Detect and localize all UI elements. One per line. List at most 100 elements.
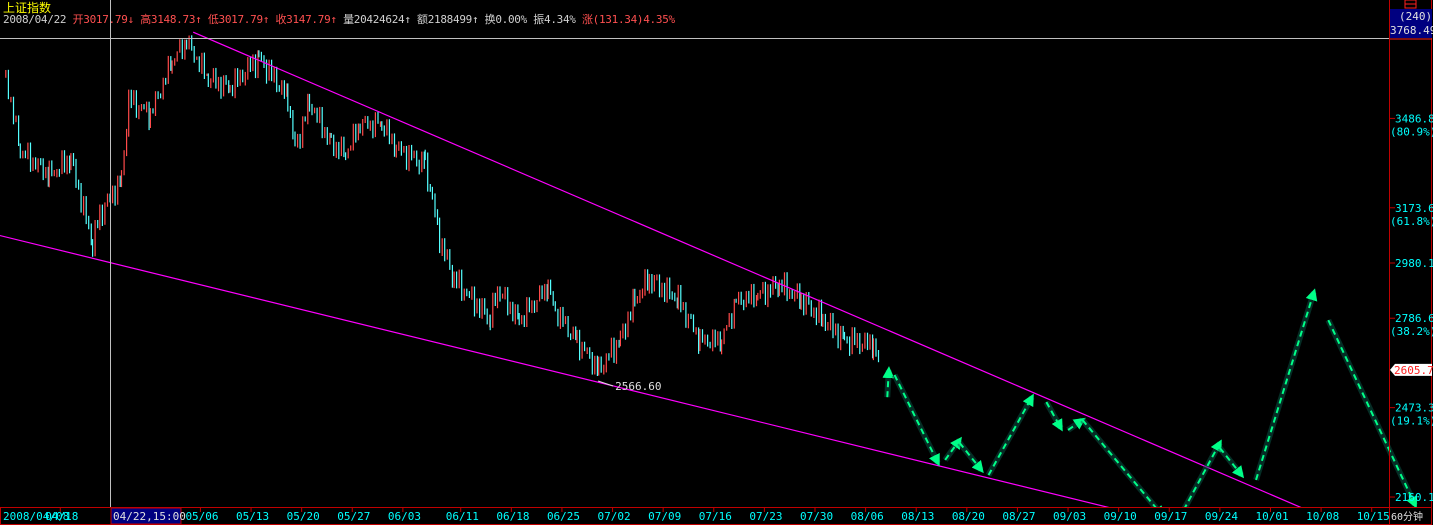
candle — [217, 76, 220, 92]
candle — [292, 110, 294, 140]
candle — [143, 104, 145, 110]
candle — [12, 96, 15, 125]
candle — [421, 151, 423, 173]
candle — [431, 186, 433, 200]
candle — [496, 286, 499, 309]
candle — [61, 150, 63, 175]
candle — [695, 327, 697, 335]
candle — [374, 112, 376, 138]
candle — [398, 141, 400, 151]
candle — [343, 136, 345, 158]
quote-field-value: 2188499 — [427, 13, 473, 26]
low-annotation-label: 2566.60 — [615, 380, 661, 393]
candle — [427, 152, 429, 192]
candle — [651, 274, 653, 294]
candle — [287, 83, 289, 112]
trendline[interactable] — [0, 234, 1119, 511]
candle — [589, 347, 591, 359]
candle — [864, 332, 866, 349]
candle — [861, 343, 863, 352]
candle — [641, 288, 644, 299]
candle — [808, 292, 810, 305]
candle — [712, 329, 714, 352]
candle — [203, 52, 205, 79]
candle — [29, 142, 32, 172]
candle — [357, 123, 359, 141]
candle — [10, 96, 12, 103]
quote-field-value: 3147.79 — [286, 13, 331, 26]
candle — [507, 287, 509, 316]
quote-field-value: (131.34)4.35% — [592, 13, 676, 26]
y-tick-label: 2473.3 — [1395, 402, 1433, 415]
candle — [701, 329, 704, 343]
x-tick-label: 08/13 — [901, 510, 934, 523]
trendline[interactable] — [192, 31, 1307, 511]
candle — [769, 284, 772, 298]
candle — [297, 133, 299, 148]
candle — [157, 91, 159, 100]
candle — [699, 329, 701, 352]
candle — [40, 158, 42, 166]
candle — [547, 279, 549, 300]
candle — [391, 133, 393, 145]
candle — [352, 123, 354, 151]
candle — [674, 292, 676, 302]
candle — [603, 364, 605, 375]
price-chart[interactable]: 2566.60 (240) 3768.49 3486.8(80.9%) 3173.… — [0, 0, 1433, 525]
candle — [494, 292, 496, 306]
candle — [600, 356, 602, 373]
candle — [316, 107, 318, 123]
quote-field-arrow: ↑ — [262, 13, 270, 26]
candle — [661, 282, 663, 298]
candle — [186, 39, 188, 50]
period-icon[interactable] — [1404, 0, 1417, 9]
candle — [405, 145, 408, 170]
candle — [456, 271, 458, 289]
candle — [619, 330, 621, 347]
candle — [733, 298, 735, 329]
candle — [70, 153, 72, 171]
candle — [201, 52, 203, 74]
y-tick-pct: (61.8%) — [1390, 215, 1433, 228]
candle — [666, 277, 668, 303]
candle — [149, 108, 151, 128]
candle — [128, 89, 130, 137]
quote-field: 换0.00% — [485, 13, 528, 26]
candle — [615, 339, 618, 364]
candle — [813, 307, 815, 318]
x-tick-label: 05/13 — [236, 510, 269, 523]
candle — [738, 291, 740, 305]
candle — [37, 158, 39, 173]
period-label[interactable]: 60分钟 — [1391, 510, 1423, 523]
candle — [154, 91, 157, 116]
candle — [53, 170, 55, 177]
candle — [117, 175, 119, 205]
candle — [658, 274, 661, 298]
candle — [692, 314, 695, 333]
candle — [829, 312, 832, 331]
candle — [843, 331, 846, 341]
candle — [120, 170, 123, 188]
candle — [772, 276, 774, 295]
candle — [42, 158, 44, 181]
candle — [486, 308, 488, 325]
candle — [231, 84, 234, 97]
candle — [598, 356, 600, 376]
candle — [698, 327, 700, 354]
candle — [333, 134, 335, 157]
candle — [669, 277, 671, 300]
candle — [395, 144, 397, 158]
x-tick-label: 09/10 — [1104, 510, 1137, 523]
x-tick-label: 09/17 — [1154, 510, 1187, 523]
candle — [444, 238, 446, 262]
quote-field-arrow: ↑ — [404, 13, 411, 26]
candle — [85, 196, 87, 225]
candle — [492, 292, 494, 328]
candle — [5, 70, 7, 78]
candle — [225, 75, 227, 85]
quote-field-label: 振 — [533, 13, 544, 26]
x-tick-label: 04/18 — [45, 510, 78, 523]
current-price: 2605.7 — [1394, 364, 1433, 377]
candle — [58, 168, 60, 177]
candle — [748, 290, 750, 304]
